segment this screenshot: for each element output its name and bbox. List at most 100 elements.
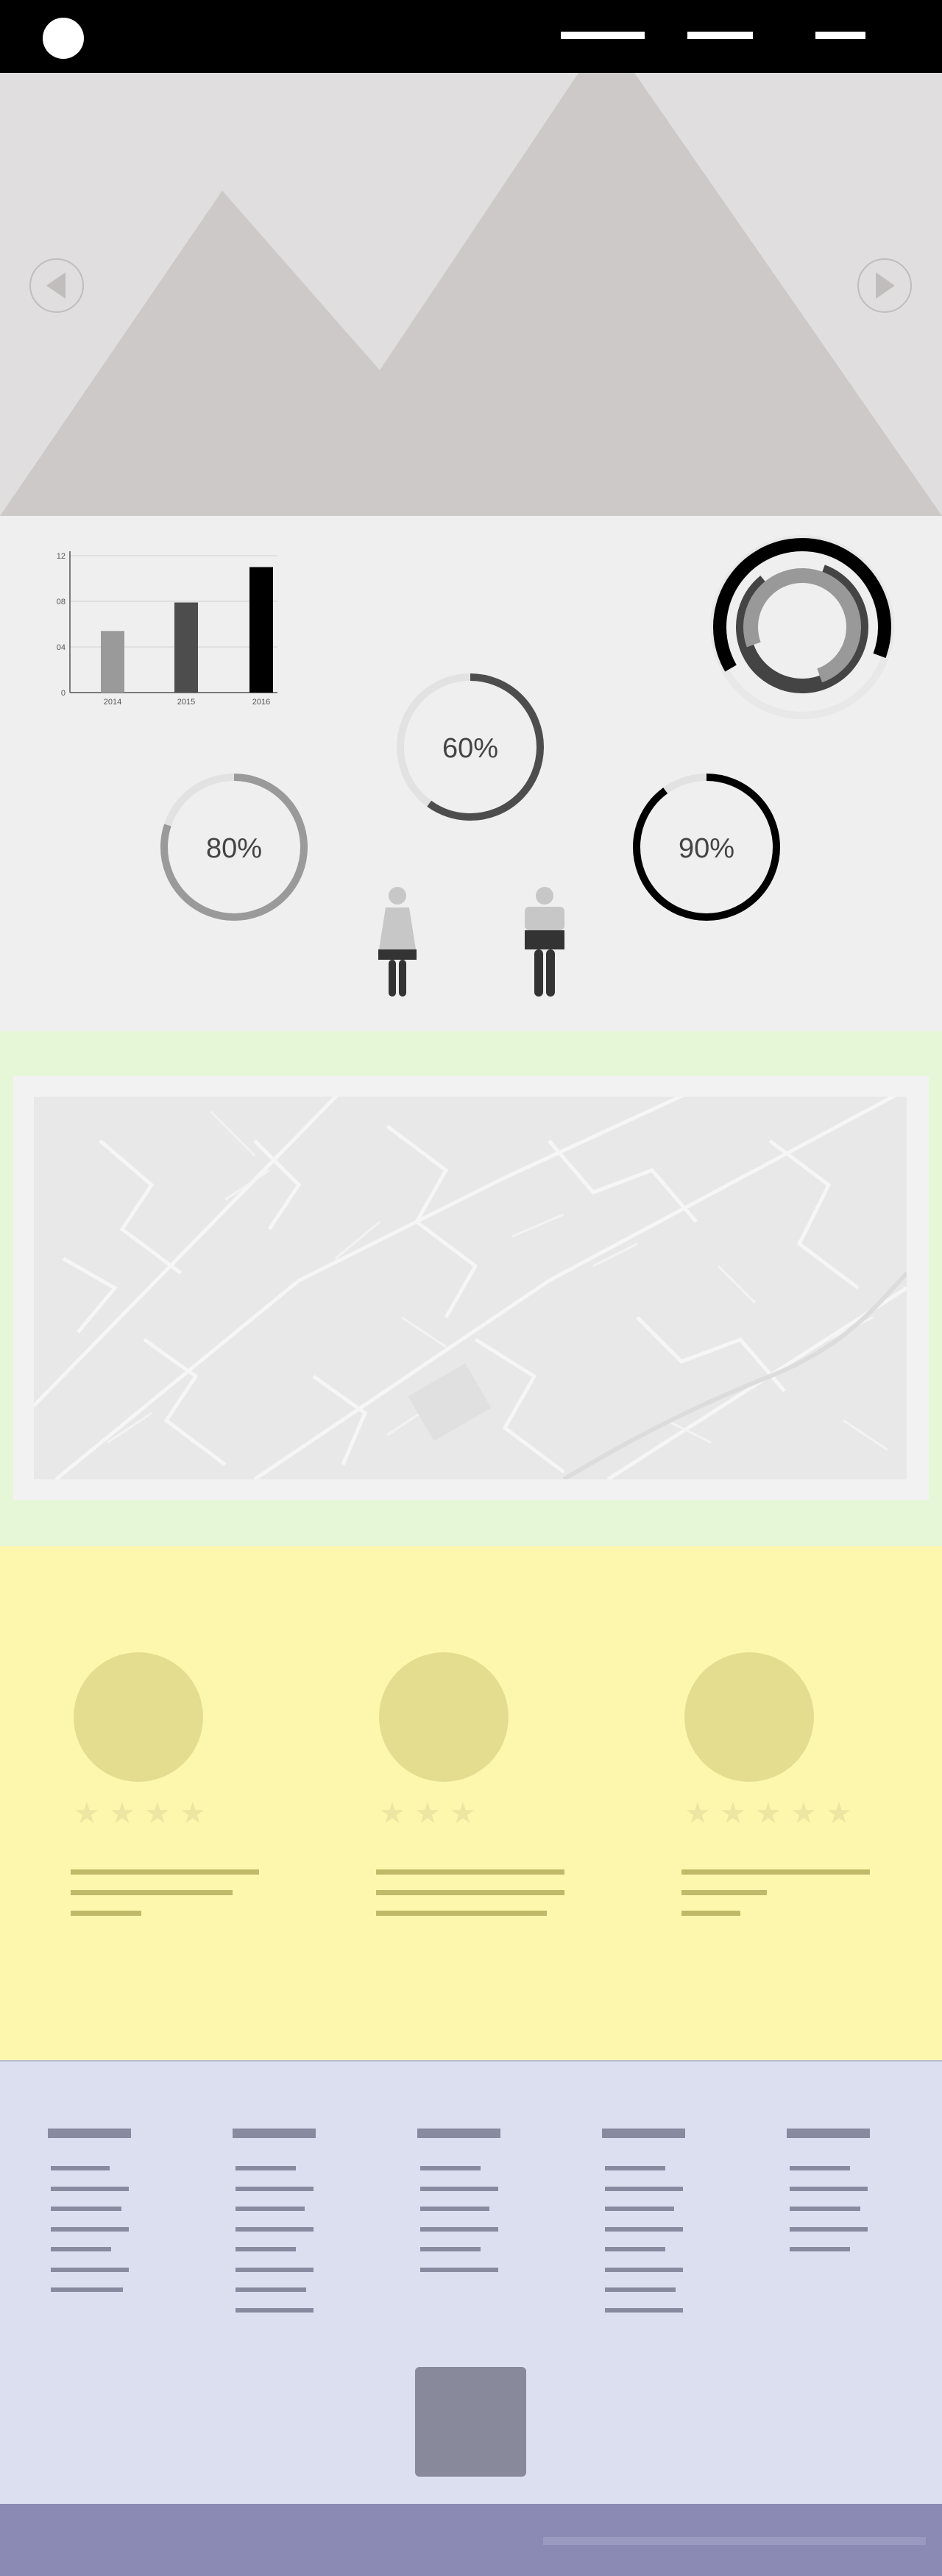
footer-link[interactable] — [420, 2166, 481, 2170]
footer-link[interactable] — [790, 2166, 850, 2170]
hero-next-button[interactable] — [857, 258, 912, 313]
footer-link[interactable] — [605, 2186, 683, 2191]
header — [0, 0, 942, 73]
footer-link[interactable] — [51, 2226, 129, 2232]
testimonial-text-line — [681, 1890, 767, 1895]
footer-link[interactable] — [51, 2186, 129, 2191]
star-icon: ★ — [790, 1797, 817, 1830]
mountain-image — [0, 73, 942, 516]
footer-link[interactable] — [420, 2226, 498, 2232]
bar-chart: 0 04 08 12 2014 2015 2016 — [57, 551, 277, 707]
star-icon: ★ — [144, 1797, 171, 1830]
bar — [249, 567, 273, 693]
footer-link[interactable] — [605, 2247, 665, 2251]
x-tick-label: 2016 — [252, 698, 270, 707]
footer-link[interactable] — [790, 2186, 868, 2191]
footer-link[interactable] — [236, 2307, 314, 2313]
testimonial-text-line — [71, 1911, 141, 1916]
avatar — [74, 1652, 203, 1782]
star-icon: ★ — [684, 1797, 711, 1830]
star-icon: ★ — [414, 1797, 441, 1830]
star-icon: ★ — [720, 1797, 746, 1830]
stats-section: 0 04 08 12 2014 2015 2016 60% 80% 90% — [0, 516, 942, 1031]
y-tick-label: 0 — [61, 689, 65, 698]
avatar — [684, 1652, 814, 1782]
y-tick-label: 04 — [57, 643, 65, 652]
footer-link[interactable] — [51, 2247, 111, 2251]
footer-link[interactable] — [236, 2267, 314, 2272]
star-icon: ★ — [826, 1797, 852, 1830]
footer-link[interactable] — [236, 2186, 314, 2191]
testimonial-text-line — [681, 1869, 870, 1875]
footer-link[interactable] — [605, 2267, 683, 2272]
footer-link[interactable] — [420, 2207, 489, 2211]
progress-80: 80% — [160, 774, 308, 921]
footer-link[interactable] — [236, 2166, 296, 2170]
footer-link[interactable] — [790, 2247, 850, 2251]
footer-link[interactable] — [236, 2247, 296, 2251]
copyright-line — [543, 2537, 926, 2545]
street-map-image — [34, 1097, 907, 1479]
nav-item-2[interactable] — [687, 32, 753, 39]
footer-link[interactable] — [605, 2287, 676, 2292]
footer-link[interactable] — [420, 2186, 498, 2191]
chevron-right-icon — [876, 272, 895, 299]
nav-item-3[interactable] — [815, 32, 865, 39]
footer-column-heading — [417, 2129, 500, 2138]
avatar — [379, 1652, 509, 1782]
star-icon: ★ — [755, 1797, 782, 1830]
star-icon: ★ — [109, 1797, 135, 1830]
bar — [174, 602, 198, 693]
testimonial-text-line — [376, 1911, 547, 1916]
testimonial-text-line — [376, 1890, 564, 1895]
footer-column-heading — [602, 2129, 685, 2138]
stats-graphics: 0 04 08 12 2014 2015 2016 60% 80% 90% — [57, 535, 894, 997]
testimonial-text-line — [71, 1890, 233, 1895]
star-icon: ★ — [180, 1797, 206, 1830]
footer-link[interactable] — [420, 2267, 498, 2272]
female-icon — [378, 887, 417, 997]
hero-prev-button[interactable] — [29, 258, 84, 313]
footer-link[interactable] — [420, 2247, 481, 2251]
footer-link[interactable] — [236, 2287, 306, 2292]
nav-item-1[interactable] — [561, 32, 645, 39]
footer-column-heading — [48, 2129, 131, 2138]
testimonial-text-line — [681, 1911, 740, 1916]
footer-link[interactable] — [605, 2207, 674, 2211]
footer-link[interactable] — [51, 2287, 123, 2292]
logo[interactable] — [43, 18, 84, 59]
footer-link[interactable] — [236, 2207, 305, 2211]
footer-column-heading — [233, 2129, 316, 2138]
male-icon — [525, 887, 564, 997]
testimonial-text-line — [376, 1869, 564, 1875]
bar — [101, 631, 124, 693]
progress-90-label: 90% — [679, 833, 734, 864]
ring-chart — [710, 535, 894, 719]
progress-80-label: 80% — [206, 833, 262, 864]
x-tick-label: 2015 — [177, 698, 195, 707]
progress-60: 60% — [397, 673, 544, 821]
star-icon: ★ — [379, 1797, 406, 1830]
footer-link[interactable] — [790, 2207, 860, 2211]
chevron-left-icon — [46, 272, 65, 299]
x-tick-label: 2014 — [104, 698, 121, 707]
footer-link[interactable] — [51, 2207, 121, 2211]
footer-link[interactable] — [605, 2166, 665, 2170]
y-tick-label: 12 — [57, 552, 65, 561]
footer-link[interactable] — [51, 2166, 110, 2170]
hero-image — [0, 73, 942, 516]
y-tick-label: 08 — [57, 598, 65, 606]
map[interactable] — [34, 1097, 907, 1479]
star-icon: ★ — [74, 1797, 100, 1830]
footer-cta-button[interactable] — [415, 2367, 526, 2477]
progress-90: 90% — [633, 774, 780, 921]
footer-column-heading — [787, 2129, 870, 2138]
footer-link[interactable] — [51, 2267, 129, 2272]
progress-60-label: 60% — [442, 733, 498, 764]
footer-link[interactable] — [790, 2226, 868, 2232]
testimonial-text-line — [71, 1869, 259, 1875]
footer-link[interactable] — [605, 2307, 683, 2313]
footer-link[interactable] — [605, 2226, 683, 2232]
footer-link[interactable] — [236, 2226, 314, 2232]
star-icon: ★ — [450, 1797, 476, 1830]
